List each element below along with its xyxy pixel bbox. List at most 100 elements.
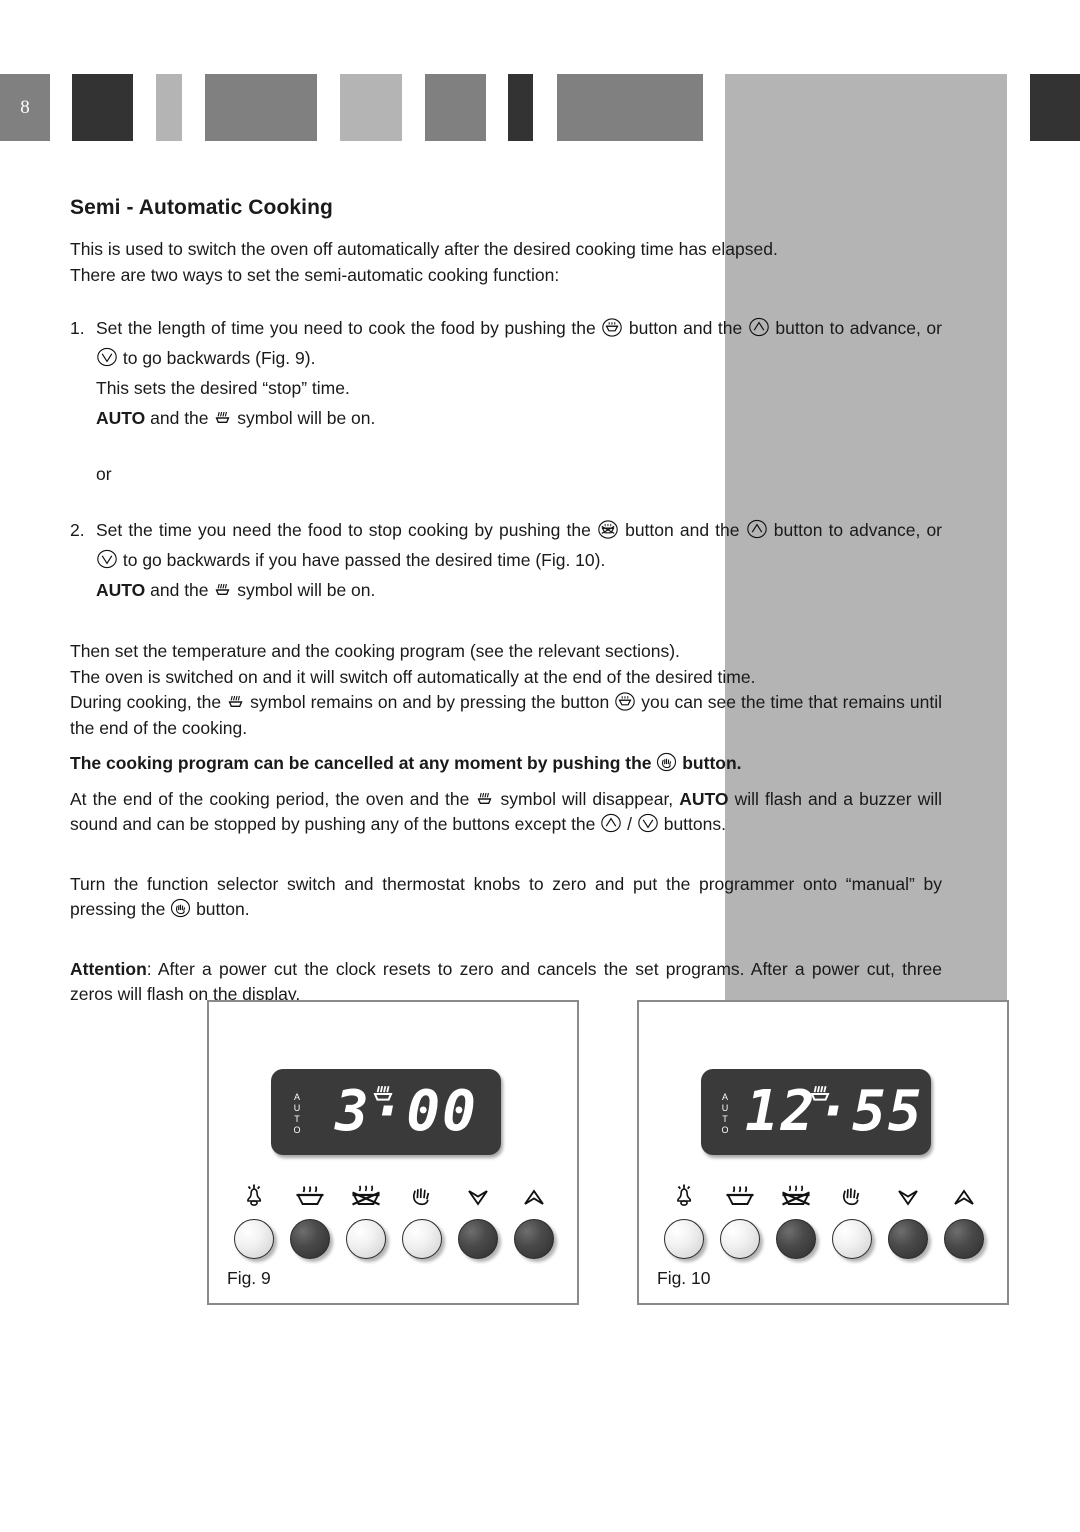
list-marker-1: 1. [70,318,85,338]
fig9-button-down[interactable] [453,1167,503,1259]
chevron-down-icon [637,813,659,833]
item1-sub-b: symbol will be on. [232,408,376,428]
cancel-a: The cooking program can be cancelled at … [70,753,657,773]
bell-icon [229,1167,279,1211]
cooking-pot-icon [614,691,636,711]
fig9-button-hand[interactable] [397,1167,447,1259]
item1-text-a: Set the length of time you need to cook … [96,318,602,338]
fig10-button-cooking-pot[interactable] [715,1167,765,1259]
hand-icon [827,1167,877,1211]
bar-8 [557,74,703,141]
fig10-knob-up[interactable] [944,1219,984,1259]
cancel-b: button. [677,753,742,773]
fig9-button-bell[interactable] [229,1167,279,1259]
item2-text-d: to go backwards if you have passed the d… [118,550,606,570]
fig9-button-pot-crossed[interactable] [341,1167,391,1259]
during-b: symbol remains on and by pressing the bu… [245,692,615,712]
fig9-button-row [223,1167,567,1267]
chevron-up-icon [939,1167,989,1211]
or-text: or [96,464,112,484]
item1-sub-a: and the [145,408,214,428]
fig9-auto-indicator: AUTO [292,1092,302,1136]
figure-9-box: AUTO 3·00 Fig. 9 [207,1000,579,1305]
auto-bold-2: AUTO [96,580,146,600]
fig10-time-digits: 12·55 [745,1079,924,1144]
turn-b: button. [191,899,250,919]
heat-symbol-icon [226,691,245,711]
fig10-button-pot-crossed[interactable] [771,1167,821,1259]
fig10-button-bell[interactable] [659,1167,709,1259]
bar-6 [425,74,486,141]
fig9-lcd-display: AUTO 3·00 [271,1069,501,1155]
item2-text-c: button to advance, or [767,520,942,540]
para-oven-switched: The oven is switched on and it will swit… [70,666,756,687]
fig10-lcd-display: AUTO 12·55 [701,1069,931,1155]
bar-page-number: 8 [0,74,50,141]
pot-crossed-icon [597,519,619,539]
item2-sub-b: symbol will be on. [232,580,376,600]
fig9-time-digits: 3·00 [335,1079,478,1144]
hand-icon [656,752,677,772]
fig10-knob-down[interactable] [888,1219,928,1259]
fig9-button-cooking-pot[interactable] [285,1167,335,1259]
attention-text: : After a power cut the clock resets to … [70,958,942,1005]
chevron-up-icon [748,317,770,337]
chevron-up-icon [746,519,768,539]
bar-7 [508,74,533,141]
fig9-knob-bell[interactable] [234,1219,274,1259]
fig10-button-row [653,1167,997,1267]
fig10-auto-indicator: AUTO [720,1092,730,1136]
chevron-down-icon [883,1167,933,1211]
hand-icon [397,1167,447,1211]
fig10-button-hand[interactable] [827,1167,877,1259]
chevron-down-icon [453,1167,503,1211]
cooking-pot-icon [601,317,623,337]
list-marker-2: 2. [70,520,85,540]
intro-line-1: This is used to switch the oven off auto… [70,239,778,259]
heat-symbol-icon [213,579,232,599]
fig9-button-up[interactable] [509,1167,559,1259]
fig10-knob-bell[interactable] [664,1219,704,1259]
bar-2 [72,74,133,141]
fig10-button-up[interactable] [939,1167,989,1259]
chevron-down-icon [96,549,118,569]
bell-icon [659,1167,709,1211]
heat-symbol-icon [475,788,494,808]
endcook-b: symbol will disappear, [494,788,680,809]
item2-text-b: button and the [618,520,746,540]
chevron-up-icon [600,813,622,833]
list-item-2: 2. Set the time you need the food to stop… [70,515,942,605]
para-end-of-cooking: At the end of the cooking period, the ov… [70,787,942,838]
heat-symbol-icon [213,407,232,427]
figure-10-box: AUTO 12·55 Fig. 10 [637,1000,1009,1305]
or-connector: or [70,459,942,489]
item1-sub-line-1: This sets the desired “stop” time. [96,378,350,398]
fig10-button-down[interactable] [883,1167,933,1259]
chevron-down-icon [96,347,118,367]
item2-sub-line-2: AUTO and the symbol will be on. [96,575,942,605]
fig9-knob-hand[interactable] [402,1219,442,1259]
fig10-knob-pot-crossed[interactable] [776,1219,816,1259]
attention-bold: Attention [70,958,147,979]
bar-5 [340,74,402,141]
fig10-knob-cooking-pot[interactable] [720,1219,760,1259]
fig9-knob-cooking-pot[interactable] [290,1219,330,1259]
endcook-a: At the end of the cooking period, the ov… [70,788,476,809]
fig10-knob-hand[interactable] [832,1219,872,1259]
cooking-pot-icon [285,1167,335,1211]
fig9-knob-up[interactable] [514,1219,554,1259]
item1-sub-line-2: AUTO and the symbol will be on. [96,403,942,433]
fig10-label: Fig. 10 [657,1268,711,1288]
fig9-label: Fig. 9 [227,1268,271,1288]
endcook-d: / [622,814,637,834]
page-content: Semi - Automatic Cooking This is used to… [70,196,942,1008]
fig9-knob-pot-crossed[interactable] [346,1219,386,1259]
item2-sub-a: and the [145,580,214,600]
pot-crossed-icon [771,1167,821,1211]
bar-4 [205,74,317,141]
item2-text-a: Set the time you need the food to stop c… [96,520,597,540]
bar-3 [156,74,182,141]
fig9-knob-down[interactable] [458,1219,498,1259]
item1-text-c: button to advance, or [769,318,942,338]
auto-bold-1: AUTO [96,408,146,428]
